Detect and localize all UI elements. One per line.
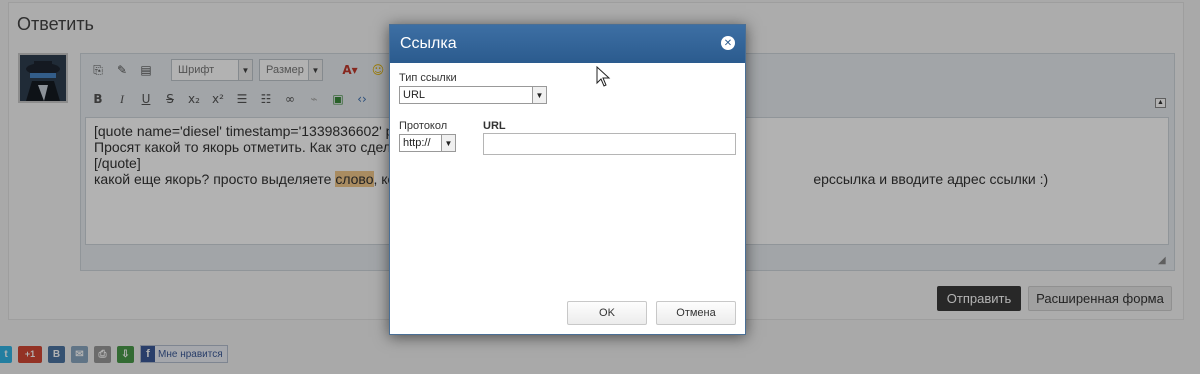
protocol-label: Протокол: [399, 120, 448, 132]
ok-button[interactable]: OK: [567, 301, 647, 325]
chevron-down-icon: ▼: [532, 87, 546, 103]
link-type-select[interactable]: URL ▼: [399, 86, 547, 104]
link-type-label: Тип ссылки: [399, 72, 457, 84]
link-type-value: URL: [403, 89, 426, 101]
close-icon[interactable]: ✕: [721, 36, 735, 50]
link-dialog: Ссылка ✕ Тип ссылки URL ▼ Протокол http:…: [389, 24, 746, 335]
protocol-value: http://: [403, 137, 431, 149]
chevron-down-icon: ▼: [441, 135, 455, 151]
protocol-select[interactable]: http:// ▼: [399, 134, 456, 152]
url-label: URL: [483, 120, 506, 132]
mouse-cursor-icon: [596, 66, 611, 87]
dialog-title: Ссылка: [400, 35, 457, 52]
cancel-button[interactable]: Отмена: [656, 301, 736, 325]
url-input[interactable]: [483, 133, 736, 155]
dialog-header: Ссылка ✕: [390, 25, 745, 63]
